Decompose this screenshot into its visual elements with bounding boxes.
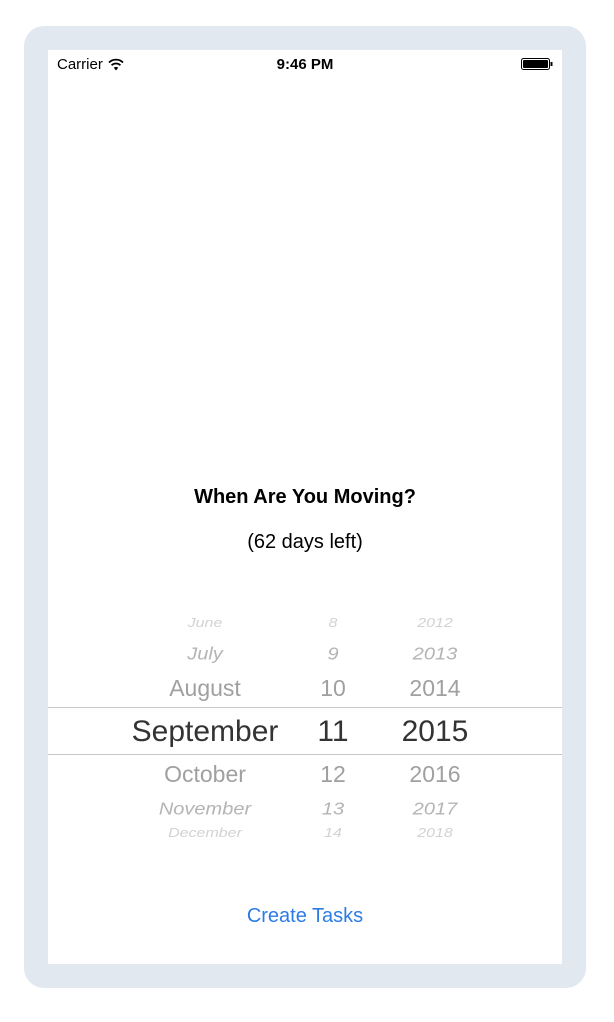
days-left-label: (62 days left)	[247, 531, 363, 553]
app-screen: Carrier 9:46 PM When Are You Moving? (62…	[48, 50, 562, 964]
year-option-selected[interactable]: 2015	[335, 717, 535, 747]
year-option[interactable]: 2014	[335, 677, 535, 700]
year-option[interactable]: 2017	[335, 800, 535, 818]
page-title: When Are You Moving?	[194, 486, 416, 508]
date-picker[interactable]: June July August September October November De…	[48, 600, 562, 860]
year-option[interactable]: 2013	[335, 645, 535, 663]
picker-selection-top-line	[48, 707, 562, 708]
picker-selection-bottom-line	[48, 754, 562, 755]
year-option[interactable]: 2012	[335, 617, 535, 630]
year-option[interactable]: 2018	[335, 827, 535, 840]
year-option[interactable]: 2016	[335, 763, 535, 786]
status-time: 9:46 PM	[276, 56, 334, 73]
create-tasks-button[interactable]: Create Tasks	[48, 905, 562, 928]
status-bar: Carrier 9:46 PM	[48, 50, 562, 78]
battery-icon	[521, 58, 553, 70]
